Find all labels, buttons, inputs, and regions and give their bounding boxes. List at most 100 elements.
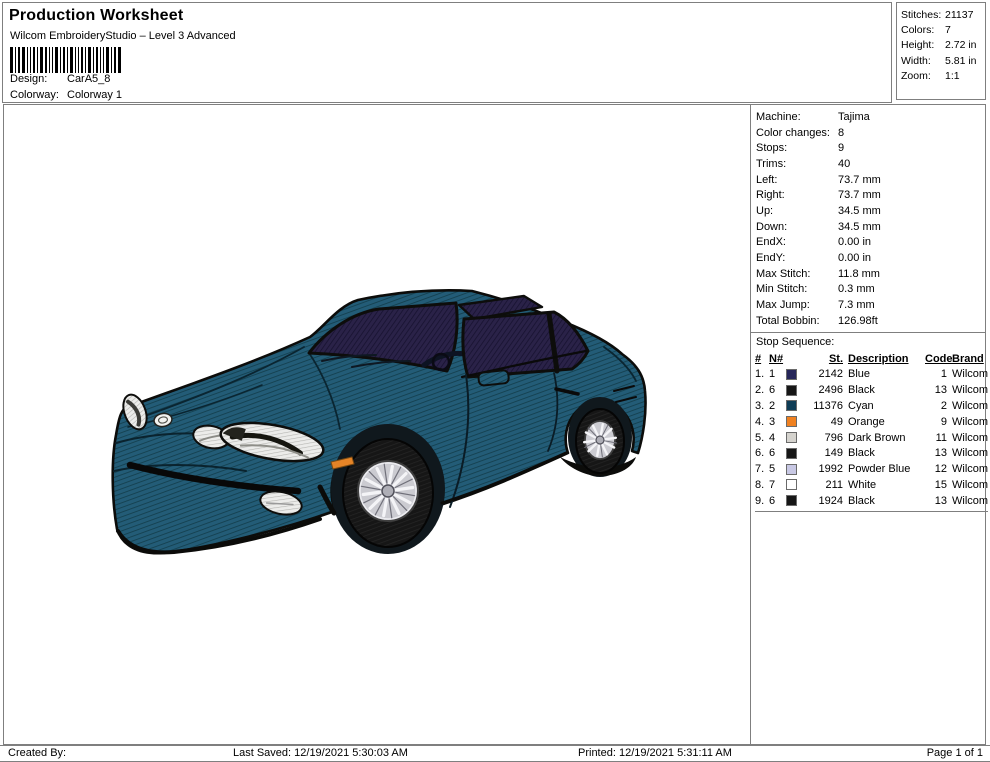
summary-value: 5.81 in <box>945 55 977 67</box>
summary-value: 2.72 in <box>945 39 977 51</box>
thread-color-swatch <box>786 385 797 396</box>
machine-info-value: 34.5 mm <box>838 205 881 217</box>
col-header-description: Description <box>848 353 925 365</box>
page-number: Page 1 of 1 <box>927 747 983 759</box>
stop-number: 5. <box>755 432 769 444</box>
thread-description: Black <box>848 384 925 396</box>
stop-sequence-row: 2. 6 2496 Black 13 Wilcom <box>755 382 985 398</box>
machine-info-label: Total Bobbin: <box>756 315 838 327</box>
stop-sequence-rows: 1. 1 2142 Blue 1 Wilcom 2. 6 <box>755 366 985 508</box>
stop-sequence-bottom-rule <box>755 511 988 512</box>
summary-value: 7 <box>945 24 951 36</box>
thread-brand: Wilcom <box>952 368 988 380</box>
machine-info-label: Right: <box>756 189 838 201</box>
machine-info-row: Left: 73.7 mm <box>756 172 985 188</box>
thread-code: 12 <box>925 463 952 475</box>
page-footer: Created By: Last Saved: 12/19/2021 5:30:… <box>0 745 990 762</box>
stitch-count: 149 <box>804 447 848 459</box>
stop-number: 9. <box>755 495 769 507</box>
machine-info-label: Min Stitch: <box>756 283 838 295</box>
stitch-count: 49 <box>804 416 848 428</box>
thread-code: 13 <box>925 495 952 507</box>
stop-sequence-row: 8. 7 211 White 15 Wilcom <box>755 477 985 493</box>
stop-number: 4. <box>755 416 769 428</box>
machine-info-label: EndX: <box>756 236 838 248</box>
thread-color-swatch <box>786 432 797 443</box>
machine-info-row: Trims: 40 <box>756 156 985 172</box>
thread-color-swatch <box>786 495 797 506</box>
summary-label: Colors: <box>901 24 945 36</box>
thread-color-swatch <box>786 479 797 490</box>
thread-code: 15 <box>925 479 952 491</box>
machine-info-row: Total Bobbin: 126.98ft <box>756 313 985 329</box>
summary-label: Zoom: <box>901 70 945 82</box>
stop-number: 6. <box>755 447 769 459</box>
summary-label: Width: <box>901 55 945 67</box>
created-by-label: Created By: <box>8 747 66 759</box>
thread-description: Powder Blue <box>848 463 925 475</box>
thread-description: Orange <box>848 416 925 428</box>
summary-label: Stitches: <box>901 9 945 21</box>
machine-info-row: Stops: 9 <box>756 140 985 156</box>
thread-color-swatch <box>786 369 797 380</box>
design-row: Design: CarA5_8 <box>10 73 110 85</box>
summary-value: 1:1 <box>945 70 960 82</box>
col-header-stitches: St. <box>804 353 848 365</box>
machine-info-value: 73.7 mm <box>838 189 881 201</box>
machine-info-row: Machine: Tajima <box>756 109 985 125</box>
machine-info-row: EndX: 0.00 in <box>756 235 985 251</box>
needle-number: 6 <box>769 495 786 507</box>
machine-info-label: Color changes: <box>756 127 838 139</box>
stitch-count: 2496 <box>804 384 848 396</box>
summary-row: Colors: 7 <box>901 22 985 37</box>
machine-info-label: Left: <box>756 174 838 186</box>
thread-description: Black <box>848 447 925 459</box>
machine-info-value: 7.3 mm <box>838 299 875 311</box>
needle-number: 5 <box>769 463 786 475</box>
machine-info-value: 126.98ft <box>838 315 878 327</box>
machine-info-value: 40 <box>838 158 850 170</box>
side-windows <box>463 312 588 377</box>
thread-brand: Wilcom <box>952 495 988 507</box>
door-mirror <box>478 370 509 386</box>
production-worksheet-page: Production Worksheet Wilcom EmbroiderySt… <box>0 0 990 762</box>
stitch-count: 211 <box>804 479 848 491</box>
machine-info-panel: Machine: Tajima Color changes: 8 Stops: … <box>750 105 985 744</box>
thread-description: Blue <box>848 368 925 380</box>
page-title: Production Worksheet <box>9 7 183 25</box>
machine-info-row: Min Stitch: 0.3 mm <box>756 282 985 298</box>
machine-info-value: 0.00 in <box>838 252 871 264</box>
stop-number: 7. <box>755 463 769 475</box>
machine-info-row: EndY: 0.00 in <box>756 250 985 266</box>
needle-number: 6 <box>769 384 786 396</box>
machine-info-value: 0.3 mm <box>838 283 875 295</box>
software-name: Wilcom EmbroideryStudio – Level 3 Advanc… <box>10 30 236 42</box>
thread-code: 13 <box>925 447 952 459</box>
thread-description: Cyan <box>848 400 925 412</box>
thread-description: Black <box>848 495 925 507</box>
stop-sequence-row: 4. 3 49 Orange 9 Wilcom <box>755 414 985 430</box>
stop-sequence-row: 5. 4 796 Dark Brown 11 Wilcom <box>755 430 985 446</box>
summary-label: Height: <box>901 39 945 51</box>
stop-number: 2. <box>755 384 769 396</box>
stop-sequence-row: 6. 6 149 Black 13 Wilcom <box>755 445 985 461</box>
col-header-needle: N# <box>769 353 786 365</box>
thread-code: 2 <box>925 400 952 412</box>
stitch-count: 796 <box>804 432 848 444</box>
machine-info-label: Machine: <box>756 111 838 123</box>
stop-sequence-header: # N# St. Description Code Brand <box>755 351 985 367</box>
thread-color-swatch <box>786 400 797 411</box>
machine-info-label: Max Stitch: <box>756 268 838 280</box>
machine-info-value: 9 <box>838 142 844 154</box>
stop-sequence-title: Stop Sequence: <box>751 333 985 351</box>
stitch-count: 2142 <box>804 368 848 380</box>
machine-info-value: 0.00 in <box>838 236 871 248</box>
needle-number: 3 <box>769 416 786 428</box>
machine-info-value: Tajima <box>838 111 870 123</box>
thread-code: 11 <box>925 432 952 444</box>
thread-brand: Wilcom <box>952 447 988 459</box>
needle-number: 1 <box>769 368 786 380</box>
summary-row: Height: 2.72 in <box>901 38 985 53</box>
thread-brand: Wilcom <box>952 432 988 444</box>
stitch-count: 1992 <box>804 463 848 475</box>
